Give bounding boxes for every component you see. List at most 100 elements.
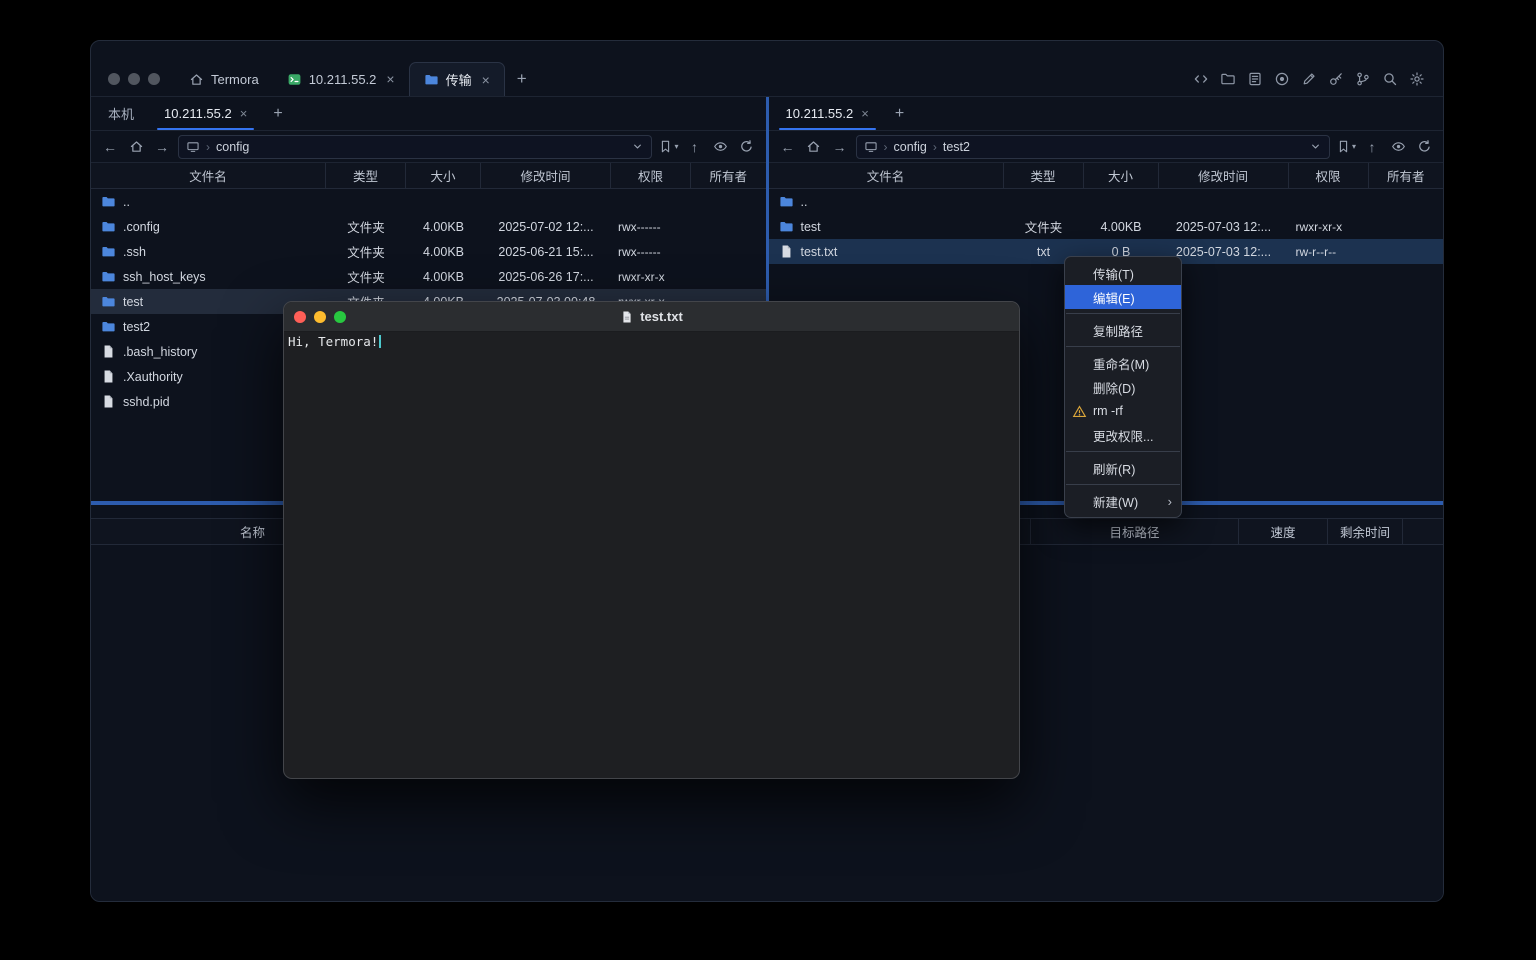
add-panel-tab-button[interactable]: + xyxy=(884,97,915,130)
column-header[interactable]: 所有者 xyxy=(691,163,766,188)
menu-item-label: 刷新(R) xyxy=(1093,459,1135,478)
home-button[interactable] xyxy=(804,136,824,158)
column-header[interactable]: 权限 xyxy=(611,163,691,188)
upload-button[interactable]: ↑ xyxy=(685,136,705,158)
file-mtime: 2025-07-02 12:... xyxy=(481,220,611,234)
column-header[interactable]: 修改时间 xyxy=(1159,163,1289,188)
menu-item-rm-rf[interactable]: rm -rf xyxy=(1065,399,1181,423)
settings-icon[interactable] xyxy=(1409,71,1425,87)
editor-content[interactable]: Hi, Termora! xyxy=(284,332,1019,778)
file-row[interactable]: .. xyxy=(91,189,766,214)
menu-item-refresh[interactable]: 刷新(R) xyxy=(1065,456,1181,480)
editor-close-button[interactable] xyxy=(294,311,306,323)
refresh-button[interactable] xyxy=(737,136,757,158)
add-panel-tab-button[interactable]: + xyxy=(262,97,293,130)
show-hidden-files-button[interactable] xyxy=(1388,136,1408,158)
editor-minimize-button[interactable] xyxy=(314,311,326,323)
file-mtime: 2025-07-03 12:... xyxy=(1159,220,1289,234)
tab-remote-host[interactable]: 10.211.55.2 × xyxy=(771,97,884,130)
code-icon[interactable] xyxy=(1193,71,1209,87)
path-bar[interactable]: › config xyxy=(178,135,652,159)
menu-item-chmod[interactable]: 更改权限... xyxy=(1065,423,1181,447)
menu-item-new[interactable]: 新建(W)› xyxy=(1065,489,1181,513)
folder-icon xyxy=(101,219,116,234)
right-table-header: 文件名类型大小修改时间权限所有者 xyxy=(769,163,1444,189)
menu-item-copy-path[interactable]: 复制路径 xyxy=(1065,318,1181,342)
refresh-button[interactable] xyxy=(1414,136,1434,158)
menu-item-label: 编辑(E) xyxy=(1093,288,1135,307)
column-header[interactable]: 文件名 xyxy=(91,163,326,188)
submenu-arrow-icon: › xyxy=(1168,494,1172,509)
close-window-button[interactable] xyxy=(108,73,120,85)
column-header[interactable]: 权限 xyxy=(1289,163,1369,188)
home-button[interactable] xyxy=(126,136,146,158)
column-header[interactable]: 所有者 xyxy=(1369,163,1444,188)
close-tab-icon[interactable]: × xyxy=(482,72,490,88)
file-icon xyxy=(101,344,116,359)
search-icon[interactable] xyxy=(1382,71,1398,87)
file-row[interactable]: .ssh文件夹4.00KB2025-06-21 15:...rwx------ xyxy=(91,239,766,264)
editor-titlebar: test.txt xyxy=(284,302,1019,332)
log-icon[interactable] xyxy=(1247,71,1263,87)
file-row[interactable]: test文件夹4.00KB2025-07-03 12:...rwxr-xr-x xyxy=(769,214,1444,239)
minimize-window-button[interactable] xyxy=(128,73,140,85)
file-row[interactable]: .config文件夹4.00KB2025-07-02 12:...rwx----… xyxy=(91,214,766,239)
breadcrumb-segment[interactable]: test2 xyxy=(943,140,970,154)
chevron-down-icon: ▾ xyxy=(674,142,678,151)
file-row[interactable]: .. xyxy=(769,189,1444,214)
menu-item-label: 更改权限... xyxy=(1093,426,1153,445)
chevron-down-icon[interactable] xyxy=(631,140,644,153)
tab-label: 传输 xyxy=(446,70,472,89)
show-hidden-files-button[interactable] xyxy=(711,136,731,158)
close-tab-icon[interactable]: × xyxy=(240,106,248,121)
bookmark-button[interactable]: ▾ xyxy=(1336,136,1356,158)
tab-transfer[interactable]: 传输 × xyxy=(409,62,505,96)
folder-icon[interactable] xyxy=(1220,71,1236,87)
back-button[interactable]: ← xyxy=(778,136,798,158)
column-header-target-path[interactable]: 目标路径 xyxy=(1031,519,1239,544)
path-bar[interactable]: › config › test2 xyxy=(856,135,1330,159)
record-icon[interactable] xyxy=(1274,71,1290,87)
column-header[interactable]: 类型 xyxy=(326,163,406,188)
file-name: .. xyxy=(123,195,130,209)
close-tab-icon[interactable]: × xyxy=(386,71,394,87)
folder-icon xyxy=(101,269,116,284)
column-header[interactable]: 文件名 xyxy=(769,163,1004,188)
tab-local-machine[interactable]: 本机 xyxy=(93,97,149,130)
close-tab-icon[interactable]: × xyxy=(861,106,869,121)
back-button[interactable]: ← xyxy=(100,136,120,158)
tab-termora-home[interactable]: Termora xyxy=(175,62,273,96)
zoom-window-button[interactable] xyxy=(148,73,160,85)
tab-remote-host[interactable]: 10.211.55.2 × xyxy=(149,97,262,130)
column-header-speed[interactable]: 速度 xyxy=(1239,519,1328,544)
bookmark-button[interactable]: ▾ xyxy=(658,136,678,158)
column-header[interactable]: 修改时间 xyxy=(481,163,611,188)
column-header[interactable]: 大小 xyxy=(406,163,481,188)
menu-item-transfer[interactable]: 传输(T) xyxy=(1065,261,1181,285)
file-perm: rwx------ xyxy=(611,220,691,234)
forward-button[interactable]: → xyxy=(152,136,172,158)
file-name: .Xauthority xyxy=(123,370,183,384)
editor-title-group: test.txt xyxy=(620,309,683,324)
forward-button[interactable]: → xyxy=(830,136,850,158)
new-tab-button[interactable]: + xyxy=(505,62,539,96)
column-header[interactable]: 大小 xyxy=(1084,163,1159,188)
menu-item-delete[interactable]: 删除(D) xyxy=(1065,375,1181,399)
breadcrumb-segment[interactable]: config xyxy=(894,140,927,154)
breadcrumb-segment[interactable]: config xyxy=(216,140,249,154)
right-toolbar: ← → › config › test2 ▾ ↑ xyxy=(769,131,1444,163)
upload-button[interactable]: ↑ xyxy=(1362,136,1382,158)
file-row[interactable]: ssh_host_keys文件夹4.00KB2025-06-26 17:...r… xyxy=(91,264,766,289)
window-controls xyxy=(108,73,160,85)
column-header[interactable]: 类型 xyxy=(1004,163,1084,188)
tab-ssh-session[interactable]: 10.211.55.2 × xyxy=(273,62,409,96)
editor-zoom-button[interactable] xyxy=(334,311,346,323)
menu-item-rename[interactable]: 重命名(M) xyxy=(1065,351,1181,375)
column-header-time-remaining[interactable]: 剩余时间 xyxy=(1328,519,1403,544)
key-icon[interactable] xyxy=(1328,71,1344,87)
tab-label: 10.211.55.2 xyxy=(164,106,232,121)
edit-icon[interactable] xyxy=(1301,71,1317,87)
menu-item-edit[interactable]: 编辑(E) xyxy=(1065,285,1181,309)
chevron-down-icon[interactable] xyxy=(1309,140,1322,153)
branch-icon[interactable] xyxy=(1355,71,1371,87)
